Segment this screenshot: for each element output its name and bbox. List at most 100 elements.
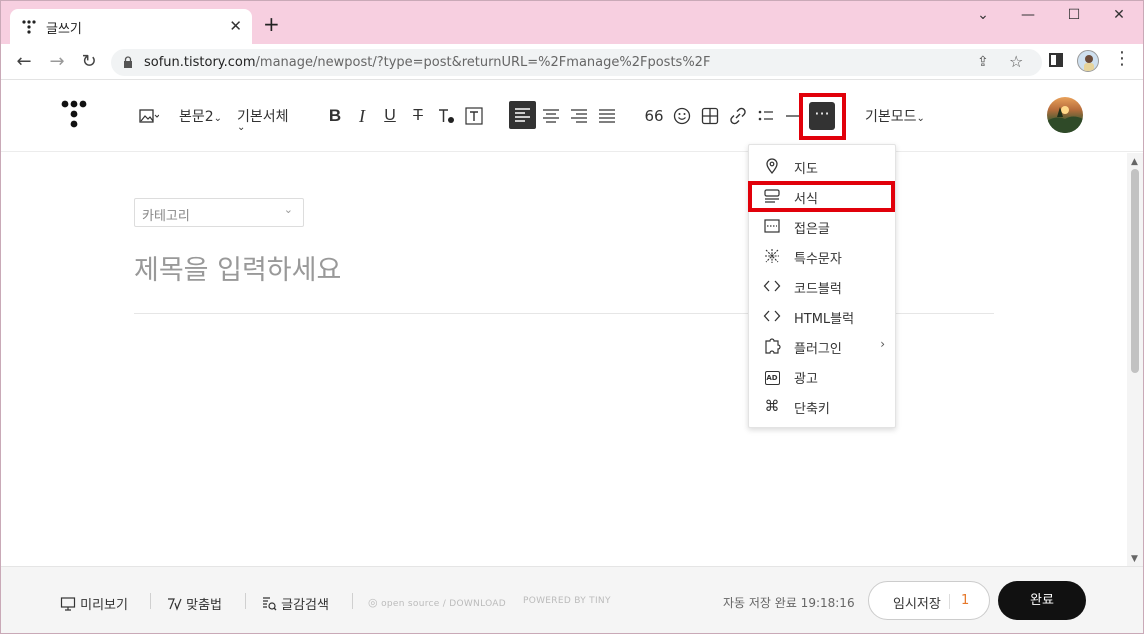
- menu-item-fold[interactable]: 접은글: [749, 211, 895, 241]
- strikethrough-icon[interactable]: T: [407, 105, 429, 127]
- open-source-icon: ◎: [368, 596, 378, 609]
- bookmark-star-icon[interactable]: ☆: [1009, 52, 1023, 71]
- browser-menu-icon[interactable]: ⋮: [1113, 50, 1131, 68]
- scrollbar-thumb[interactable]: [1131, 169, 1139, 373]
- menu-item-ad[interactable]: AD 광고: [749, 361, 895, 391]
- footer-divider: [352, 593, 353, 609]
- url-text: sofun.tistory.com/manage/newpost/?type=p…: [144, 55, 710, 70]
- underline-icon[interactable]: U: [379, 105, 401, 127]
- tab-title: 글쓰기: [46, 22, 82, 37]
- emoji-icon[interactable]: [671, 105, 693, 127]
- menu-item-map[interactable]: 지도: [749, 151, 895, 181]
- browser-address-bar: ← → ↻ sofun.tistory.com/manage/newpost/?…: [0, 44, 1144, 80]
- menu-item-label: HTML블럭: [794, 312, 855, 327]
- editor-mode-label: 기본모드: [865, 109, 917, 125]
- ad-badge: AD: [764, 371, 780, 385]
- document-search-icon: [263, 597, 277, 611]
- paragraph-style-select[interactable]: 본문2⌄: [179, 106, 222, 126]
- temp-save-button[interactable]: 임시저장 1: [868, 581, 990, 620]
- menu-item-code-block[interactable]: 코드블럭: [749, 271, 895, 301]
- menu-item-special-char[interactable]: 특수문자: [749, 241, 895, 271]
- map-pin-icon: [763, 157, 781, 175]
- title-input[interactable]: 제목을 입력하세요: [134, 248, 341, 287]
- more-button[interactable]: ···: [809, 102, 835, 130]
- url-path: /manage/newpost/?type=post&returnURL=%2F…: [255, 55, 711, 70]
- category-select[interactable]: 카테고리 ⌄: [134, 198, 304, 227]
- menu-item-label: 플러그인: [794, 342, 842, 357]
- url-input[interactable]: sofun.tistory.com/manage/newpost/?type=p…: [111, 49, 1042, 76]
- scroll-down-icon[interactable]: ▼: [1131, 554, 1138, 564]
- menu-item-html-block[interactable]: HTML블럭: [749, 301, 895, 331]
- scrollbar[interactable]: ▲ ▼: [1127, 153, 1143, 566]
- user-avatar[interactable]: [1047, 97, 1083, 133]
- menu-item-label: 광고: [794, 372, 818, 387]
- menu-item-plugin[interactable]: 플러그인 ›: [749, 331, 895, 361]
- browser-tab[interactable]: 글쓰기 ✕: [10, 9, 252, 45]
- align-justify-icon[interactable]: [596, 105, 618, 127]
- temp-save-label: 임시저장: [893, 597, 941, 612]
- align-left-icon: [515, 108, 530, 122]
- editor-footer: 미리보기 맞춤법 글감검색 ◎ open source / DOWNLOAD P…: [1, 566, 1143, 633]
- menu-item-label: 특수문자: [794, 252, 842, 267]
- fold-icon: [763, 217, 781, 235]
- ad-icon: AD: [763, 367, 781, 385]
- tistory-logo-icon[interactable]: [61, 100, 87, 130]
- align-right-icon[interactable]: [568, 105, 590, 127]
- reload-icon[interactable]: ↻: [78, 51, 100, 72]
- open-source-label: open source / DOWNLOAD: [381, 599, 506, 609]
- monitor-icon: [60, 597, 76, 611]
- temp-save-count[interactable]: 1: [961, 593, 969, 608]
- scroll-up-icon[interactable]: ▲: [1131, 157, 1138, 167]
- preview-label: 미리보기: [80, 598, 128, 613]
- image-insert-icon[interactable]: [137, 105, 160, 127]
- share-icon[interactable]: ⇪: [977, 54, 989, 70]
- chevron-down-icon: ⌄: [213, 113, 223, 124]
- powered-by-tiny: POWERED BY TINY: [523, 596, 611, 606]
- editor-toolbar: 본문2⌄ 기본서체 ⌄ B I U T 66 ··· 기본모드⌄: [1, 80, 1143, 152]
- open-source-link[interactable]: ◎ open source / DOWNLOAD: [368, 596, 506, 609]
- menu-item-shortcuts[interactable]: ⌘ 단축키: [749, 391, 895, 421]
- editor-mode-select[interactable]: 기본모드⌄: [865, 106, 925, 126]
- material-search-label: 글감검색: [281, 598, 329, 613]
- back-icon[interactable]: ←: [13, 51, 35, 72]
- temp-save-divider: [949, 594, 950, 609]
- forward-icon[interactable]: →: [46, 51, 68, 72]
- align-center-icon[interactable]: [540, 105, 562, 127]
- new-tab-button[interactable]: +: [263, 14, 280, 34]
- html-icon: [763, 307, 781, 325]
- window-close-icon[interactable]: ✕: [1108, 7, 1130, 23]
- tab-close-icon[interactable]: ✕: [229, 17, 242, 35]
- italic-icon[interactable]: I: [351, 105, 373, 127]
- text-color-icon[interactable]: [435, 105, 457, 127]
- minimize-icon[interactable]: —: [1017, 7, 1039, 23]
- publish-done-button[interactable]: 완료: [998, 581, 1086, 620]
- maximize-icon[interactable]: ☐: [1063, 7, 1085, 23]
- list-icon[interactable]: [755, 105, 777, 127]
- lock-icon: [124, 56, 132, 68]
- tistory-favicon-icon: [22, 20, 36, 34]
- footer-divider: [245, 593, 246, 609]
- align-left-button[interactable]: [509, 101, 536, 129]
- menu-item-label: 지도: [794, 162, 818, 177]
- material-search-button[interactable]: 글감검색: [261, 594, 329, 613]
- link-icon[interactable]: [727, 105, 749, 127]
- quote-icon[interactable]: 66: [643, 105, 665, 127]
- footer-divider: [150, 593, 151, 609]
- side-panel-icon[interactable]: [1049, 53, 1063, 67]
- spellcheck-icon: [168, 598, 182, 611]
- spellcheck-button[interactable]: 맞춤법: [166, 594, 222, 613]
- paragraph-style-label: 본문2: [179, 109, 214, 125]
- spellcheck-label: 맞춤법: [186, 598, 223, 613]
- bold-icon[interactable]: B: [324, 105, 346, 127]
- avatar-landscape-icon: [1047, 106, 1083, 133]
- chevron-down-icon: ⌄: [916, 113, 925, 124]
- code-icon: [763, 277, 781, 295]
- profile-avatar[interactable]: [1077, 50, 1099, 72]
- menu-item-label: 단축키: [794, 402, 830, 417]
- tab-search-icon[interactable]: ⌄: [972, 7, 994, 23]
- category-placeholder: 카테고리: [142, 209, 190, 224]
- preview-button[interactable]: 미리보기: [60, 594, 128, 613]
- text-background-icon[interactable]: [463, 105, 485, 127]
- table-icon[interactable]: [699, 105, 721, 127]
- autosave-status: 자동 저장 완료 19:18:16: [723, 596, 855, 610]
